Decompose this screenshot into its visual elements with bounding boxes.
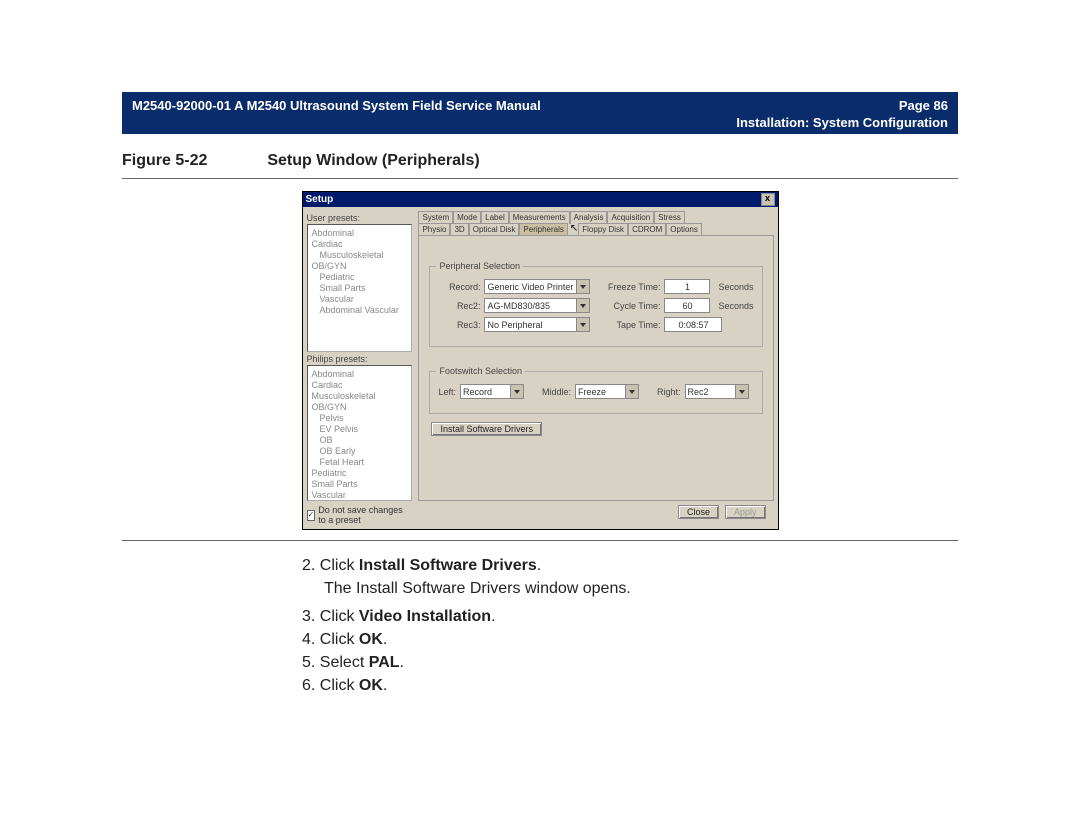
footswitch-selection-group: Footswitch Selection Left: Record Middle… — [429, 371, 762, 414]
window-title: Setup — [306, 194, 334, 205]
peripheral-selection-group: Peripheral Selection Record: Generic Vid… — [429, 266, 762, 347]
philips-presets-label: Philips presets: — [307, 354, 413, 364]
figure-label: Figure 5-22 — [122, 152, 207, 170]
instructions: 2. Click Install Software Drivers. The I… — [122, 557, 958, 695]
chevron-down-icon — [510, 385, 523, 398]
chevron-down-icon — [576, 299, 589, 312]
figure-caption: Figure 5-22 Setup Window (Peripherals) — [122, 152, 958, 179]
foot-mid-select[interactable]: Freeze — [575, 384, 639, 399]
chevron-down-icon — [576, 280, 589, 293]
cycle-time-field[interactable]: 60 — [664, 298, 710, 313]
header-left: M2540-92000-01 A M2540 Ultrasound System… — [132, 98, 541, 113]
rec3-select[interactable]: No Peripheral — [484, 317, 590, 332]
save-preset-checkbox[interactable]: ✓ Do not save changes to a preset — [307, 505, 413, 525]
rec2-select[interactable]: AG-MD830/835 — [484, 298, 590, 313]
foot-right-select[interactable]: Rec2 — [685, 384, 749, 399]
figure-title: Setup Window (Peripherals) — [267, 152, 479, 170]
tab-panel-peripherals: Peripheral Selection Record: Generic Vid… — [418, 235, 773, 501]
checkbox-icon: ✓ — [307, 510, 316, 521]
document-header: M2540-92000-01 A M2540 Ultrasound System… — [122, 92, 958, 134]
freeze-time-field[interactable]: 1 — [664, 279, 710, 294]
tabs-row-2: Physio 3D Optical Disk Peripherals ↖ Flo… — [418, 223, 773, 235]
cursor-icon: ↖ — [570, 223, 578, 235]
tape-time-field[interactable]: 0:08:57 — [664, 317, 722, 332]
close-button[interactable]: Close — [678, 505, 719, 519]
chevron-down-icon — [625, 385, 638, 398]
philips-presets-tree[interactable]: Abdominal Cardiac Musculoskeletal OB/GYN… — [307, 365, 413, 501]
apply-button[interactable]: Apply — [725, 505, 766, 519]
user-presets-label: User presets: — [307, 213, 413, 223]
setup-window: Setup x User presets: Abdominal Cardiac … — [302, 191, 779, 530]
chevron-down-icon — [735, 385, 748, 398]
tabs-row-1: System Mode Label Measurements Analysis … — [418, 211, 773, 223]
window-titlebar: Setup x — [303, 192, 778, 207]
foot-left-select[interactable]: Record — [460, 384, 524, 399]
record-select[interactable]: Generic Video Printer — [484, 279, 590, 294]
chevron-down-icon — [576, 318, 589, 331]
close-icon[interactable]: x — [761, 193, 775, 206]
install-software-drivers-button[interactable]: Install Software Drivers — [431, 422, 542, 436]
user-presets-tree[interactable]: Abdominal Cardiac Musculoskeletal OB/GYN… — [307, 224, 413, 352]
header-page: Page 86 — [736, 98, 948, 113]
header-section: Installation: System Configuration — [736, 115, 948, 130]
